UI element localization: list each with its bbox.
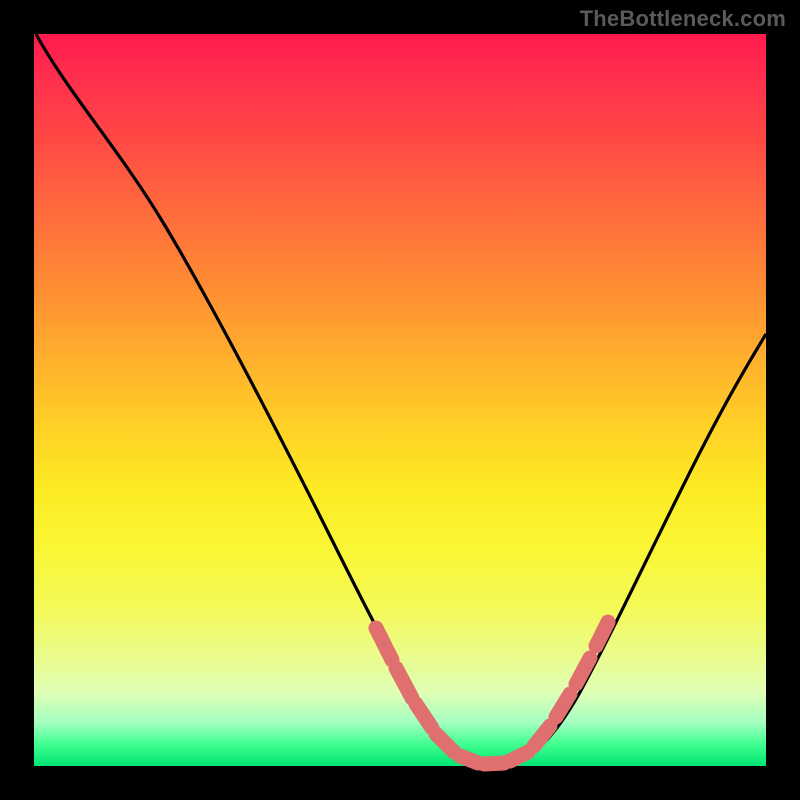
chart-frame: TheBottleneck.com xyxy=(0,0,800,800)
highlight-markers xyxy=(376,622,608,764)
chart-svg xyxy=(34,34,766,766)
watermark-text: TheBottleneck.com xyxy=(580,6,786,32)
bottleneck-curve xyxy=(36,34,766,763)
plot-area xyxy=(34,34,766,766)
